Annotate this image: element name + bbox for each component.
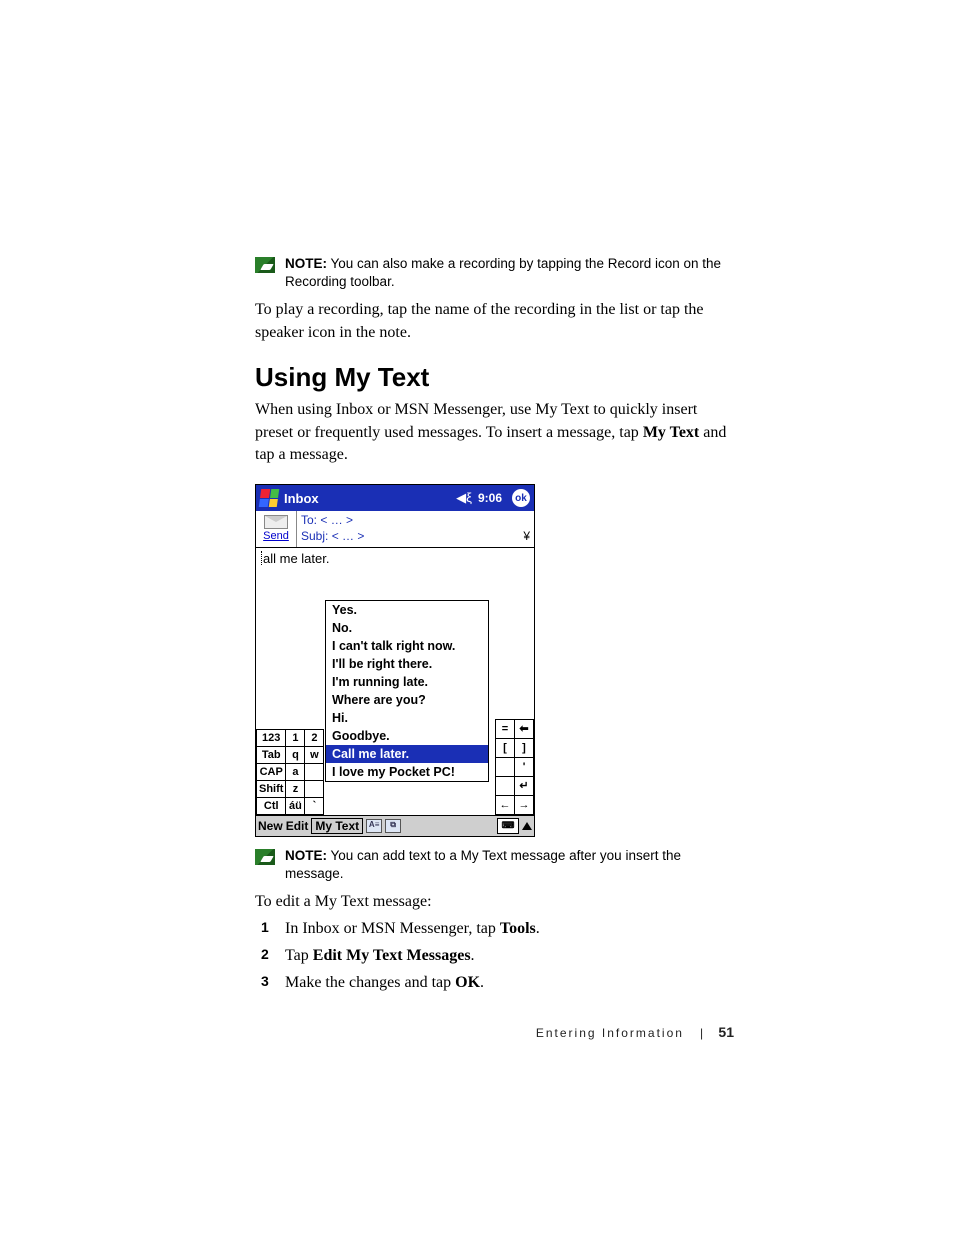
titlebar: Inbox ◀ξ 9:06 ok — [256, 485, 534, 511]
send-link[interactable]: Send — [263, 530, 289, 542]
note-body: You can also make a recording by tapping… — [285, 256, 721, 289]
message-header: Send To: < … > Subj: < … > ¥ — [256, 511, 534, 547]
note-label: NOTE: — [285, 848, 327, 863]
note-1-text: NOTE: You can also make a recording by t… — [285, 255, 734, 291]
step-1: In Inbox or MSN Messenger, tap Tools. — [255, 917, 734, 941]
attach-icon[interactable]: ⧉ — [385, 819, 401, 833]
para-edit-intro: To edit a My Text message: — [255, 891, 734, 913]
step-2: Tap Edit My Text Messages. — [255, 944, 734, 968]
mid-area: Yes. No. I can't talk right now. I'll be… — [256, 600, 534, 815]
steps-list: In Inbox or MSN Messenger, tap Tools. Ta… — [255, 917, 734, 995]
mytext-item[interactable]: Goodbye. — [326, 727, 488, 745]
note-body: You can add text to a My Text message af… — [285, 848, 681, 881]
mytext-item[interactable]: Where are you? — [326, 691, 488, 709]
new-button[interactable]: New — [258, 819, 283, 833]
mytext-item[interactable]: I can't talk right now. — [326, 637, 488, 655]
note-label: NOTE: — [285, 256, 327, 271]
address-fields[interactable]: To: < … > Subj: < … > ¥ — [297, 511, 534, 546]
mytext-item-selected[interactable]: Call me later. — [326, 745, 488, 763]
start-flag-icon[interactable] — [259, 489, 280, 507]
app-title: Inbox — [284, 491, 450, 506]
mytext-popup: Yes. No. I can't talk right now. I'll be… — [325, 600, 489, 782]
step-3: Make the changes and tap OK. — [255, 971, 734, 995]
heading-using-my-text: Using My Text — [255, 362, 734, 393]
page-number: 51 — [718, 1024, 734, 1040]
speaker-icon[interactable]: ◀ξ — [456, 490, 472, 506]
envelope-icon — [264, 515, 288, 529]
mytext-item[interactable]: No. — [326, 619, 488, 637]
format-icon[interactable]: A≡ — [366, 819, 382, 833]
keyboard-left[interactable]: 12312 Tabqw CAPa Shiftz Ctláü` — [256, 729, 324, 815]
para-mytext-intro: When using Inbox or MSN Messenger, use M… — [255, 399, 734, 466]
edit-button[interactable]: Edit — [286, 819, 309, 833]
pocketpc-screenshot: Inbox ◀ξ 9:06 ok Send To: < … > Subj: < … — [255, 484, 535, 836]
mytext-item[interactable]: I'll be right there. — [326, 655, 488, 673]
note-2: NOTE: You can add text to a My Text mess… — [255, 847, 734, 883]
mytext-item[interactable]: I'm running late. — [326, 673, 488, 691]
note-icon — [255, 257, 275, 273]
keyboard-right[interactable]: =⬅ [] ' ↵ ←→ — [495, 719, 534, 815]
footer-section: Entering Information — [536, 1026, 684, 1040]
mytext-button[interactable]: My Text — [311, 818, 363, 834]
page-content: NOTE: You can also make a recording by t… — [0, 0, 954, 995]
bottom-toolbar: New Edit My Text A≡ ⧉ ⌨ — [256, 815, 534, 836]
note-icon — [255, 849, 275, 865]
up-arrow-icon[interactable] — [522, 822, 532, 830]
mytext-item[interactable]: I love my Pocket PC! — [326, 763, 488, 781]
mytext-item[interactable]: Yes. — [326, 601, 488, 619]
send-area[interactable]: Send — [256, 511, 297, 546]
page-footer: Entering Information | 51 — [536, 1024, 734, 1040]
keyboard-toggle-icon[interactable]: ⌨ — [497, 818, 519, 834]
ok-button[interactable]: ok — [512, 489, 530, 507]
note-1: NOTE: You can also make a recording by t… — [255, 255, 734, 291]
message-body[interactable]: all me later. — [256, 548, 534, 600]
mytext-item[interactable]: Hi. — [326, 709, 488, 727]
chevron-down-icon[interactable]: ¥ — [523, 529, 530, 545]
para-play-recording: To play a recording, tap the name of the… — [255, 299, 734, 344]
note-2-text: NOTE: You can add text to a My Text mess… — [285, 847, 734, 883]
clock: 9:06 — [478, 491, 502, 505]
